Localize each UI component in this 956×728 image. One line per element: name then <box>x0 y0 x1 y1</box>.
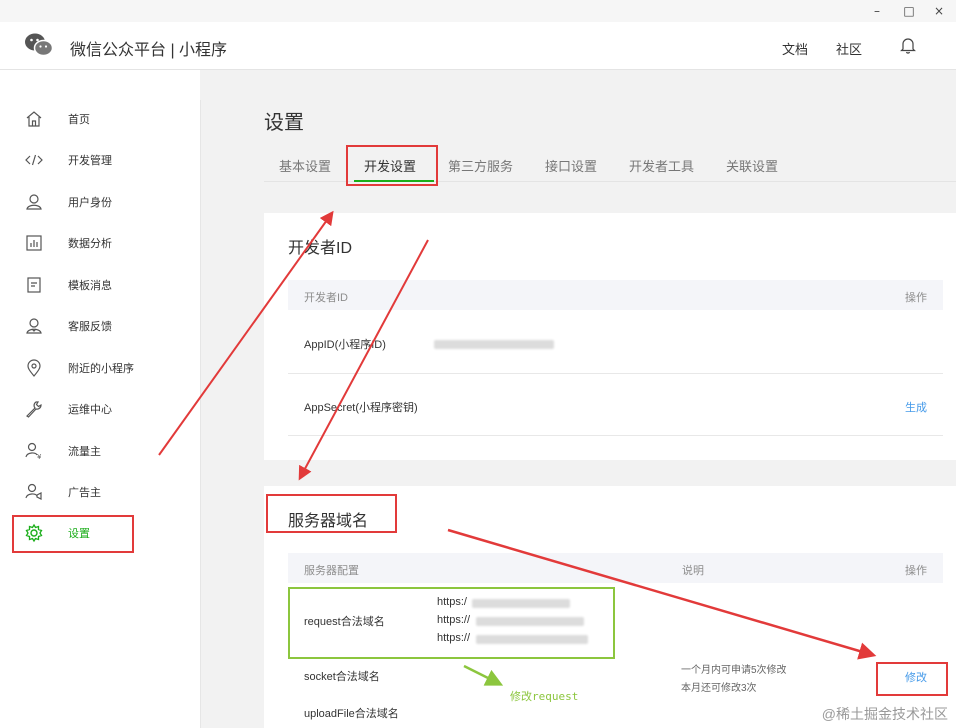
service-icon <box>26 318 42 334</box>
modify-limit-note: 一个月内可申请5次修改 <box>681 665 787 676</box>
sidebar-item-nearby[interactable]: 附近的小程序 <box>0 351 200 385</box>
minimize-button[interactable]: – <box>866 2 888 20</box>
column-header-action: 操作 <box>905 565 927 577</box>
highlight-dev-settings-tab <box>346 145 438 186</box>
developer-id-title: 开发者ID <box>288 240 353 257</box>
sidebar-item-operations[interactable]: 运维中心 <box>0 392 200 426</box>
sidebar-item-label: 模板消息 <box>68 280 112 292</box>
column-header-name: 开发者ID <box>304 292 348 304</box>
highlight-server-domain-title <box>266 494 397 533</box>
home-icon <box>26 111 42 127</box>
sidebar-item-dev-management[interactable]: 开发管理 <box>0 143 200 177</box>
user-icon <box>26 194 42 210</box>
sidebar-item-template-message[interactable]: 模板消息 <box>0 268 200 302</box>
window-titlebar: – □ × <box>0 0 956 22</box>
column-header-config: 服务器配置 <box>304 565 359 577</box>
advertiser-icon <box>25 483 42 500</box>
sidebar-item-customer-service[interactable]: 客服反馈 <box>0 309 200 343</box>
page-title: 设置 <box>264 112 304 134</box>
sidebar-item-label: 数据分析 <box>68 238 112 250</box>
sidebar-item-label: 广告主 <box>68 487 101 499</box>
highlight-request-domains <box>288 587 615 659</box>
community-link[interactable]: 社区 <box>836 39 862 58</box>
socket-domain-label: socket合法域名 <box>304 671 380 683</box>
developer-id-card: 开发者ID 开发者ID 操作 AppID(小程序ID) AppSecret(小程… <box>264 213 956 460</box>
row-divider <box>288 435 943 436</box>
modify-remaining-note: 本月还可修改3次 <box>681 683 757 694</box>
row-divider <box>288 373 943 374</box>
wrench-icon <box>26 401 42 418</box>
column-header-description: 说明 <box>682 565 704 577</box>
appid-value-redacted <box>434 340 554 349</box>
top-header: 微信公众平台 | 小程序 文档 社区 <box>0 22 956 70</box>
sidebar-item-label: 首页 <box>68 114 90 126</box>
sidebar-item-label: 流量主 <box>68 446 101 458</box>
wechat-logo-icon[interactable] <box>24 32 54 58</box>
chart-icon <box>26 235 42 251</box>
appid-label: AppID(小程序ID) <box>304 339 386 351</box>
server-domain-table-header: 服务器配置 说明 操作 <box>288 553 943 583</box>
tab-linked-settings[interactable]: 关联设置 <box>726 156 778 175</box>
sidebar-item-label: 开发管理 <box>68 155 112 167</box>
uploadfile-domain-label: uploadFile合法域名 <box>304 708 399 720</box>
developer-id-table-header: 开发者ID 操作 <box>288 280 943 310</box>
close-button[interactable]: × <box>928 2 950 20</box>
tab-basic-settings[interactable]: 基本设置 <box>279 156 331 175</box>
annotation-modify-request: 修改request <box>510 690 579 703</box>
sidebar-item-analytics[interactable]: 数据分析 <box>0 226 200 260</box>
sidebar-item-traffic[interactable]: ¥ 流量主 <box>0 434 200 468</box>
column-header-action: 操作 <box>905 292 927 304</box>
sidebar-item-home[interactable]: 首页 <box>0 102 200 136</box>
sidebar-item-label: 用户身份 <box>68 197 112 209</box>
app-window: – □ × 微信公众平台 | 小程序 文档 社区 首页 开发管理 用户身份 数据… <box>0 0 956 728</box>
template-icon <box>27 277 41 293</box>
location-icon <box>27 359 41 377</box>
tab-api-settings[interactable]: 接口设置 <box>545 156 597 175</box>
sidebar-item-label: 运维中心 <box>68 404 112 416</box>
svg-text:¥: ¥ <box>37 453 42 461</box>
appsecret-label: AppSecret(小程序密钥) <box>304 402 418 414</box>
sidebar-item-user-identity[interactable]: 用户身份 <box>0 185 200 219</box>
docs-link[interactable]: 文档 <box>782 39 808 58</box>
maximize-button[interactable]: □ <box>898 2 920 20</box>
brand-title: 微信公众平台 | 小程序 <box>70 42 228 59</box>
traffic-icon: ¥ <box>25 442 42 461</box>
highlight-modify-link <box>876 662 948 696</box>
bell-icon[interactable] <box>900 36 916 54</box>
tab-third-party[interactable]: 第三方服务 <box>448 156 513 175</box>
sidebar-item-label: 客服反馈 <box>68 321 112 333</box>
sidebar-item-advertiser[interactable]: 广告主 <box>0 475 200 509</box>
highlight-settings-nav <box>12 515 134 553</box>
sidebar-item-label: 附近的小程序 <box>68 363 134 375</box>
generate-secret-link[interactable]: 生成 <box>905 399 927 415</box>
code-icon <box>25 154 43 166</box>
tab-dev-tools[interactable]: 开发者工具 <box>629 156 694 175</box>
watermark: @稀土掘金技术社区 <box>821 706 948 722</box>
